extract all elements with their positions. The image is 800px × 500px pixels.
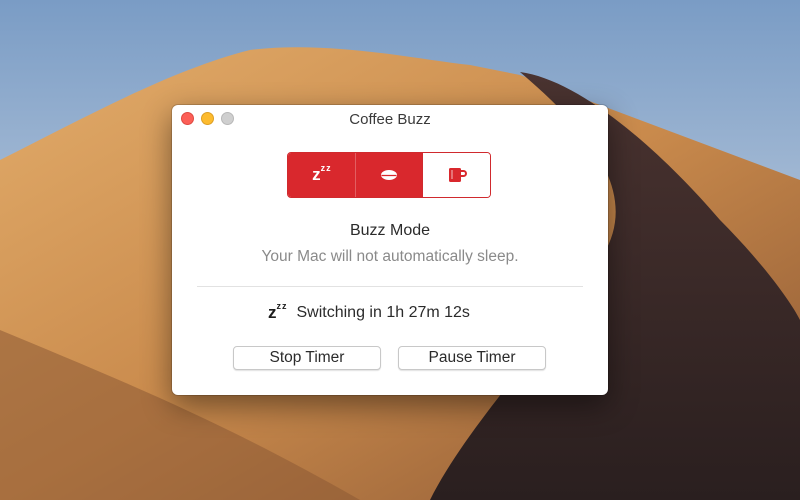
divider — [197, 286, 583, 287]
mode-description: Your Mac will not automatically sleep. — [261, 248, 519, 265]
mode-selector: zzz — [287, 152, 491, 198]
buzz-mode-segment[interactable] — [422, 153, 490, 197]
coffee-buzz-window: Coffee Buzz zzz Buzz Mode Your Mac will … — [172, 105, 608, 395]
desktop-background: Coffee Buzz zzz Buzz Mode Your Mac will … — [0, 0, 800, 500]
sleep-mode-segment[interactable]: zzz — [288, 153, 355, 197]
pause-timer-button[interactable]: Pause Timer — [398, 346, 546, 370]
window-title: Coffee Buzz — [349, 111, 431, 128]
zzz-sleep-icon: zzz — [268, 301, 287, 322]
zzz-sleep-icon: zzz — [312, 163, 331, 184]
stop-timer-button[interactable]: Stop Timer — [233, 346, 381, 370]
timer-status: zzz Switching in 1h 27m 12s — [268, 301, 470, 322]
coffee-cup-icon — [448, 168, 467, 182]
mode-title: Buzz Mode — [349, 222, 431, 239]
title-bar[interactable]: Coffee Buzz — [172, 105, 608, 133]
pill-icon — [381, 170, 397, 180]
pill-mode-segment[interactable] — [354, 153, 423, 197]
timer-status-text: Switching in 1h 27m 12s — [296, 304, 470, 321]
